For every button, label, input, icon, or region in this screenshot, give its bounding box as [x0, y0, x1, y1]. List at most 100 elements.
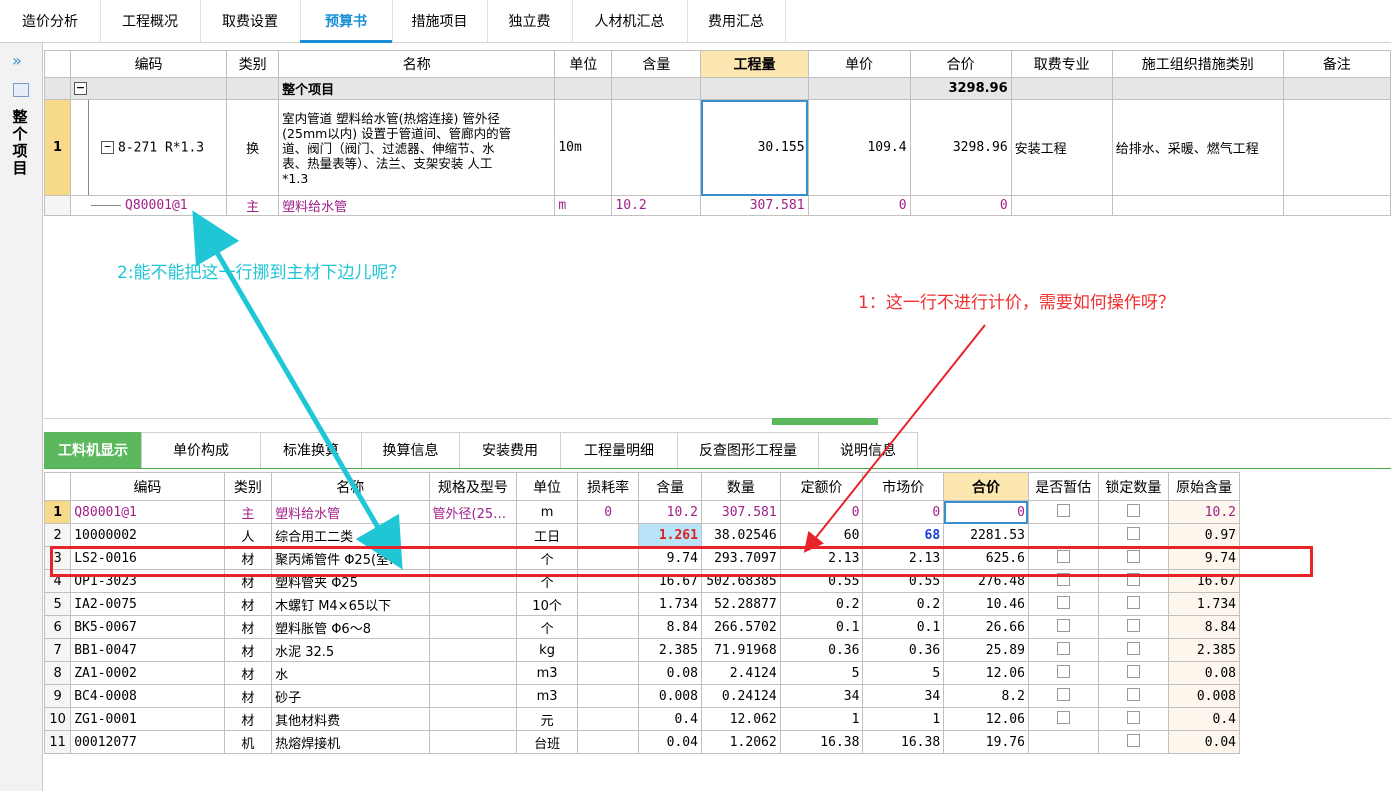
splitter-grip[interactable]	[772, 418, 878, 425]
estimate-checkbox[interactable]	[1056, 641, 1070, 655]
cell-content[interactable]: 1.734	[638, 592, 702, 616]
cell-qty[interactable]: 266.5702	[700, 615, 781, 639]
cell-content[interactable]: 8.84	[638, 615, 702, 639]
tab-fee-settings[interactable]: 取费设置	[200, 0, 301, 42]
lock-qty-checkbox[interactable]	[1126, 733, 1140, 747]
cell-content[interactable]: 0.4	[638, 707, 702, 731]
estimate-checkbox[interactable]	[1056, 503, 1070, 517]
cell-qty[interactable]: 2.4124	[700, 661, 781, 685]
col-header-type[interactable]: 类别	[226, 50, 280, 78]
cell-market[interactable]: 1	[862, 707, 945, 731]
tab-resource-summary[interactable]: 人材机汇总	[572, 0, 688, 42]
table-row[interactable]: 6 BK5-0067 材塑料胀管 Φ6～8 个 8.84 266.5702 0.1 0.1 26…	[43, 615, 1240, 639]
lock-qty-checkbox[interactable]	[1126, 664, 1140, 678]
table-row[interactable]: 7 BB1-0047 材水泥 32.5 kg 2.385 71.91968 0.36 0.36…	[43, 638, 1240, 662]
tab-independent-fee[interactable]: 独立费	[487, 0, 573, 42]
tab-graphic-quantity[interactable]: 反查图形工程量	[677, 432, 819, 468]
cell-content[interactable]: 0.08	[638, 661, 702, 685]
estimate-checkbox[interactable]	[1056, 664, 1070, 678]
lock-qty-checkbox[interactable]	[1126, 503, 1140, 517]
cell-market[interactable]: 0.2	[862, 592, 945, 616]
table-row[interactable]: 9 BC4-0008 材砂子 m3 0.008 0.24124 34 34 8.2 0.008	[43, 684, 1240, 708]
col-header-market-price[interactable]: 市场价	[862, 472, 945, 501]
tab-installation-fee[interactable]: 安装费用	[459, 432, 561, 468]
quantity-cell[interactable]: 30.155	[700, 99, 809, 196]
col-header-lock-qty[interactable]: 锁定数量	[1097, 472, 1170, 501]
lock-qty-checkbox[interactable]	[1126, 687, 1140, 701]
cell-qty[interactable]: 0.24124	[700, 684, 781, 708]
col-header-total[interactable]: 合价	[909, 50, 1012, 78]
table-row[interactable]: 5 IA2-0075 材木螺钉 M4×65以下 10个 1.734 52.28877 0.2…	[43, 592, 1240, 616]
tab-description[interactable]: 说明信息	[818, 432, 918, 468]
tab-fee-summary[interactable]: 费用汇总	[687, 0, 786, 42]
tab-resource-display[interactable]: 工料机显示	[44, 432, 142, 468]
cell-market[interactable]: 0.1	[862, 615, 945, 639]
book-icon[interactable]	[13, 83, 29, 97]
col-header-quantity[interactable]: 数量	[700, 472, 781, 501]
col-header-unit[interactable]: 单位	[554, 50, 613, 78]
col-header-fee-category[interactable]: 取费专业	[1010, 50, 1113, 78]
col-header-name[interactable]: 名称	[278, 50, 556, 78]
table-row[interactable]: − 整个项目 3298.96	[43, 77, 1391, 100]
table-row[interactable]: 10 ZG1-0001 材其他材料费元 0.4 12.062 1 1 12.06 0.4	[43, 707, 1240, 731]
expand-panel-icon[interactable]: »	[12, 51, 22, 70]
tab-conversion-info[interactable]: 换算信息	[361, 432, 460, 468]
col-header-code[interactable]: 编码	[70, 50, 228, 78]
cell-qty[interactable]: 52.28877	[700, 592, 781, 616]
pane-splitter[interactable]	[44, 418, 1391, 419]
col-header-unit[interactable]: 单位	[516, 472, 578, 501]
cell-qty[interactable]: 38.02546	[700, 523, 781, 547]
tab-cost-analysis[interactable]: 造价分析	[0, 0, 101, 42]
cell-content[interactable]: 2.385	[638, 638, 702, 662]
col-header-loss-rate[interactable]: 损耗率	[576, 472, 640, 501]
lock-qty-checkbox[interactable]	[1126, 595, 1140, 609]
estimate-checkbox[interactable]	[1056, 710, 1070, 724]
cell-market[interactable]: 0.36	[862, 638, 945, 662]
tab-standard-conversion[interactable]: 标准换算	[260, 432, 362, 468]
table-row[interactable]: 1 −8-271 R*1.3 换 室内管道 塑料给水管(热熔连接) 管外径 (2…	[43, 99, 1391, 196]
col-header-unit-price[interactable]: 单价	[807, 50, 911, 78]
tab-measures[interactable]: 措施项目	[392, 0, 488, 42]
col-header-code[interactable]: 编码	[70, 472, 225, 501]
cell-qty[interactable]: 307.581	[700, 500, 781, 524]
col-header-remark[interactable]: 备注	[1282, 50, 1391, 78]
cell-market[interactable]: 16.38	[862, 730, 945, 754]
table-row[interactable]: 8 ZA1-0002 材水 m3 0.08 2.4124 5 5 12.06 0.08	[43, 661, 1240, 685]
cell-market[interactable]: 68	[862, 523, 945, 547]
col-header-content[interactable]: 含量	[638, 472, 702, 501]
col-header-quota-price[interactable]: 定额价	[779, 472, 864, 501]
table-row[interactable]: 11 00012077 机热熔焊接机 台班 0.04 1.2062 16.38 16.38 19…	[43, 730, 1240, 754]
collapse-tree-icon[interactable]: −	[101, 141, 115, 154]
cell-content[interactable]: 0.04	[638, 730, 702, 754]
table-row[interactable]: Q80001@1 主 塑料给水管 m 10.2 307.581 0 0	[43, 195, 1391, 216]
tab-quantity-detail[interactable]: 工程量明细	[560, 432, 678, 468]
estimate-checkbox[interactable]	[1056, 595, 1070, 609]
col-header-org-measure[interactable]: 施工组织措施类别	[1111, 50, 1284, 78]
cell-qty[interactable]: 12.062	[700, 707, 781, 731]
col-header-type[interactable]: 类别	[223, 472, 273, 501]
cell-content[interactable]: 1.261	[638, 523, 702, 547]
cell-qty[interactable]: 71.91968	[700, 638, 781, 662]
tab-project-overview[interactable]: 工程概况	[100, 0, 201, 42]
table-row[interactable]: 1 Q80001@1 主塑料给水管 管外径(25… m 0 10.2 307.581 0 0 0 10…	[43, 500, 1240, 524]
cell-content[interactable]: 0.008	[638, 684, 702, 708]
tab-budget-book[interactable]: 预算书	[300, 0, 393, 43]
estimate-checkbox[interactable]	[1056, 687, 1070, 701]
cell-content[interactable]: 10.2	[638, 500, 702, 524]
cell-market[interactable]: 34	[862, 684, 945, 708]
col-header-estimate[interactable]: 是否暂估	[1027, 472, 1099, 501]
lock-qty-checkbox[interactable]	[1126, 526, 1140, 540]
tab-unit-price-composition[interactable]: 单价构成	[141, 432, 261, 468]
lock-qty-checkbox[interactable]	[1126, 710, 1140, 724]
lock-qty-checkbox[interactable]	[1126, 641, 1140, 655]
lock-qty-checkbox[interactable]	[1126, 618, 1140, 632]
col-header-orig-content[interactable]: 原始含量	[1168, 472, 1240, 501]
cell-qty[interactable]: 1.2062	[700, 730, 781, 754]
tree-root-label[interactable]: 整个项目	[12, 109, 28, 177]
col-header-spec[interactable]: 规格及型号	[428, 472, 518, 501]
col-header-name[interactable]: 名称	[271, 472, 430, 501]
cell-market[interactable]: 0	[862, 500, 945, 524]
table-row[interactable]: 2 10000002 人综合用工二类 工日 1.261 38.02546 60 68 2281.…	[43, 523, 1240, 547]
cell-market[interactable]: 5	[862, 661, 945, 685]
col-header-content[interactable]: 含量	[611, 50, 702, 78]
